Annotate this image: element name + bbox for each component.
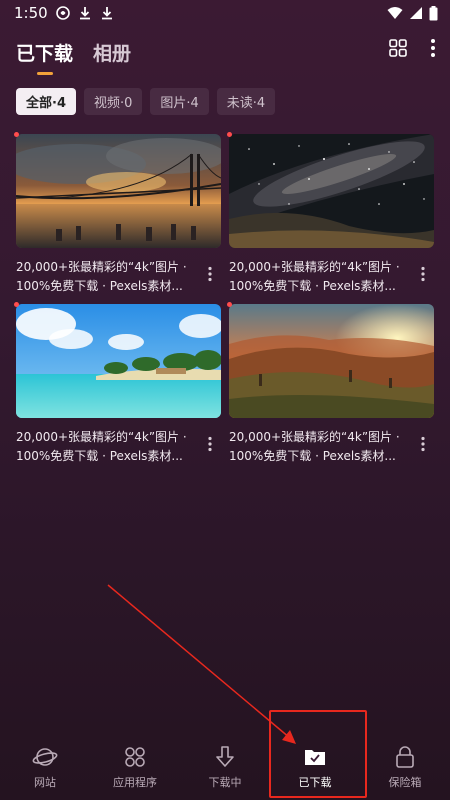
header: 已下载 相册: [0, 30, 450, 75]
item-title-line2: 100%免费下载 · Pexels素材...: [16, 279, 183, 293]
planet-icon: [32, 748, 58, 766]
lock-icon: [396, 746, 414, 768]
item-more-icon[interactable]: [420, 266, 426, 282]
download-notification-icon: [101, 7, 112, 20]
grid-view-icon[interactable]: [388, 38, 408, 58]
item-more-icon[interactable]: [420, 436, 426, 452]
item-caption: 20,000+张最精彩的“4k”图片 · 100%免费下载 · Pexels素材…: [229, 258, 434, 298]
status-right: [387, 5, 438, 21]
more-options-icon[interactable]: [430, 38, 436, 58]
item-title-line2: 100%免费下载 · Pexels素材...: [16, 449, 183, 463]
tab-downloaded[interactable]: 已下载: [16, 39, 74, 75]
nav-downloaded[interactable]: 已下载: [275, 744, 355, 790]
unread-dot: [227, 302, 232, 307]
milky-way-thumbnail[interactable]: [229, 134, 434, 248]
download-item[interactable]: 20,000+张最精彩的“4k”图片 · 100%免费下载 · Pexels素材…: [227, 132, 434, 298]
sunset-hills-thumbnail[interactable]: [229, 304, 434, 418]
nav-downloading-label: 下载中: [208, 776, 242, 789]
item-caption: 20,000+张最精彩的“4k”图片 · 100%免费下载 · Pexels素材…: [16, 428, 221, 468]
filter-video[interactable]: 视频·0: [83, 88, 143, 115]
app-notification-icon: [55, 6, 70, 20]
filter-all[interactable]: 全部·4: [16, 88, 76, 115]
beach-thumbnail[interactable]: [16, 304, 221, 418]
nav-apps-label: 应用程序: [113, 776, 157, 789]
item-title-line1: 20,000+张最精彩的“4k”图片 ·: [229, 260, 400, 274]
apps-icon: [125, 747, 145, 767]
item-title-line1: 20,000+张最精彩的“4k”图片 ·: [16, 260, 187, 274]
wifi-icon: [387, 7, 403, 19]
unread-dot: [227, 132, 232, 137]
download-notification-icon: [79, 7, 90, 20]
tab-album[interactable]: 相册: [93, 39, 131, 66]
download-item[interactable]: 20,000+张最精彩的“4k”图片 · 100%免费下载 · Pexels素材…: [227, 302, 434, 468]
download-item[interactable]: 20,000+张最精彩的“4k”图片 · 100%免费下载 · Pexels素材…: [14, 302, 221, 468]
bridge-thumbnail[interactable]: [16, 134, 221, 248]
nav-vault[interactable]: 保险箱: [365, 744, 445, 790]
download-grid: 20,000+张最精彩的“4k”图片 · 100%免费下载 · Pexels素材…: [14, 132, 434, 468]
battery-icon: [429, 5, 438, 20]
nav-apps[interactable]: 应用程序: [95, 744, 175, 790]
header-actions: [388, 38, 436, 58]
item-more-icon[interactable]: [207, 266, 213, 282]
item-title-line2: 100%免费下载 · Pexels素材...: [229, 449, 396, 463]
unread-dot: [14, 302, 19, 307]
nav-downloading[interactable]: 下载中: [185, 744, 265, 790]
nav-websites-label: 网站: [34, 776, 56, 789]
nav-vault-label: 保险箱: [388, 776, 422, 789]
folder-check-icon: [305, 750, 325, 765]
item-title-line1: 20,000+张最精彩的“4k”图片 ·: [16, 430, 187, 444]
status-left: 1:50: [14, 4, 114, 22]
download-arrow-icon: [216, 746, 234, 767]
tab-downloaded-label: 已下载: [16, 42, 74, 65]
nav-downloaded-label: 已下载: [298, 776, 332, 789]
filter-image[interactable]: 图片·4: [150, 88, 209, 115]
item-caption: 20,000+张最精彩的“4k”图片 · 100%免费下载 · Pexels素材…: [16, 258, 221, 298]
bottom-nav: 网站 应用程序 下载中 已下载 保险箱: [0, 738, 450, 800]
nav-websites[interactable]: 网站: [5, 744, 85, 790]
unread-dot: [14, 132, 19, 137]
tab-album-label: 相册: [93, 42, 132, 65]
filter-row: 全部·4 视频·0 图片·4 未读·4: [16, 88, 276, 115]
signal-icon: [410, 7, 422, 19]
item-title-line2: 100%免费下载 · Pexels素材...: [229, 279, 396, 293]
status-time: 1:50: [14, 4, 48, 22]
item-caption: 20,000+张最精彩的“4k”图片 · 100%免费下载 · Pexels素材…: [229, 428, 434, 468]
filter-unread[interactable]: 未读·4: [216, 88, 276, 115]
item-more-icon[interactable]: [207, 436, 213, 452]
item-title-line1: 20,000+张最精彩的“4k”图片 ·: [229, 430, 400, 444]
active-tab-indicator: [36, 71, 53, 75]
status-bar: 1:50: [0, 0, 450, 26]
download-item[interactable]: 20,000+张最精彩的“4k”图片 · 100%免费下载 · Pexels素材…: [14, 132, 221, 298]
